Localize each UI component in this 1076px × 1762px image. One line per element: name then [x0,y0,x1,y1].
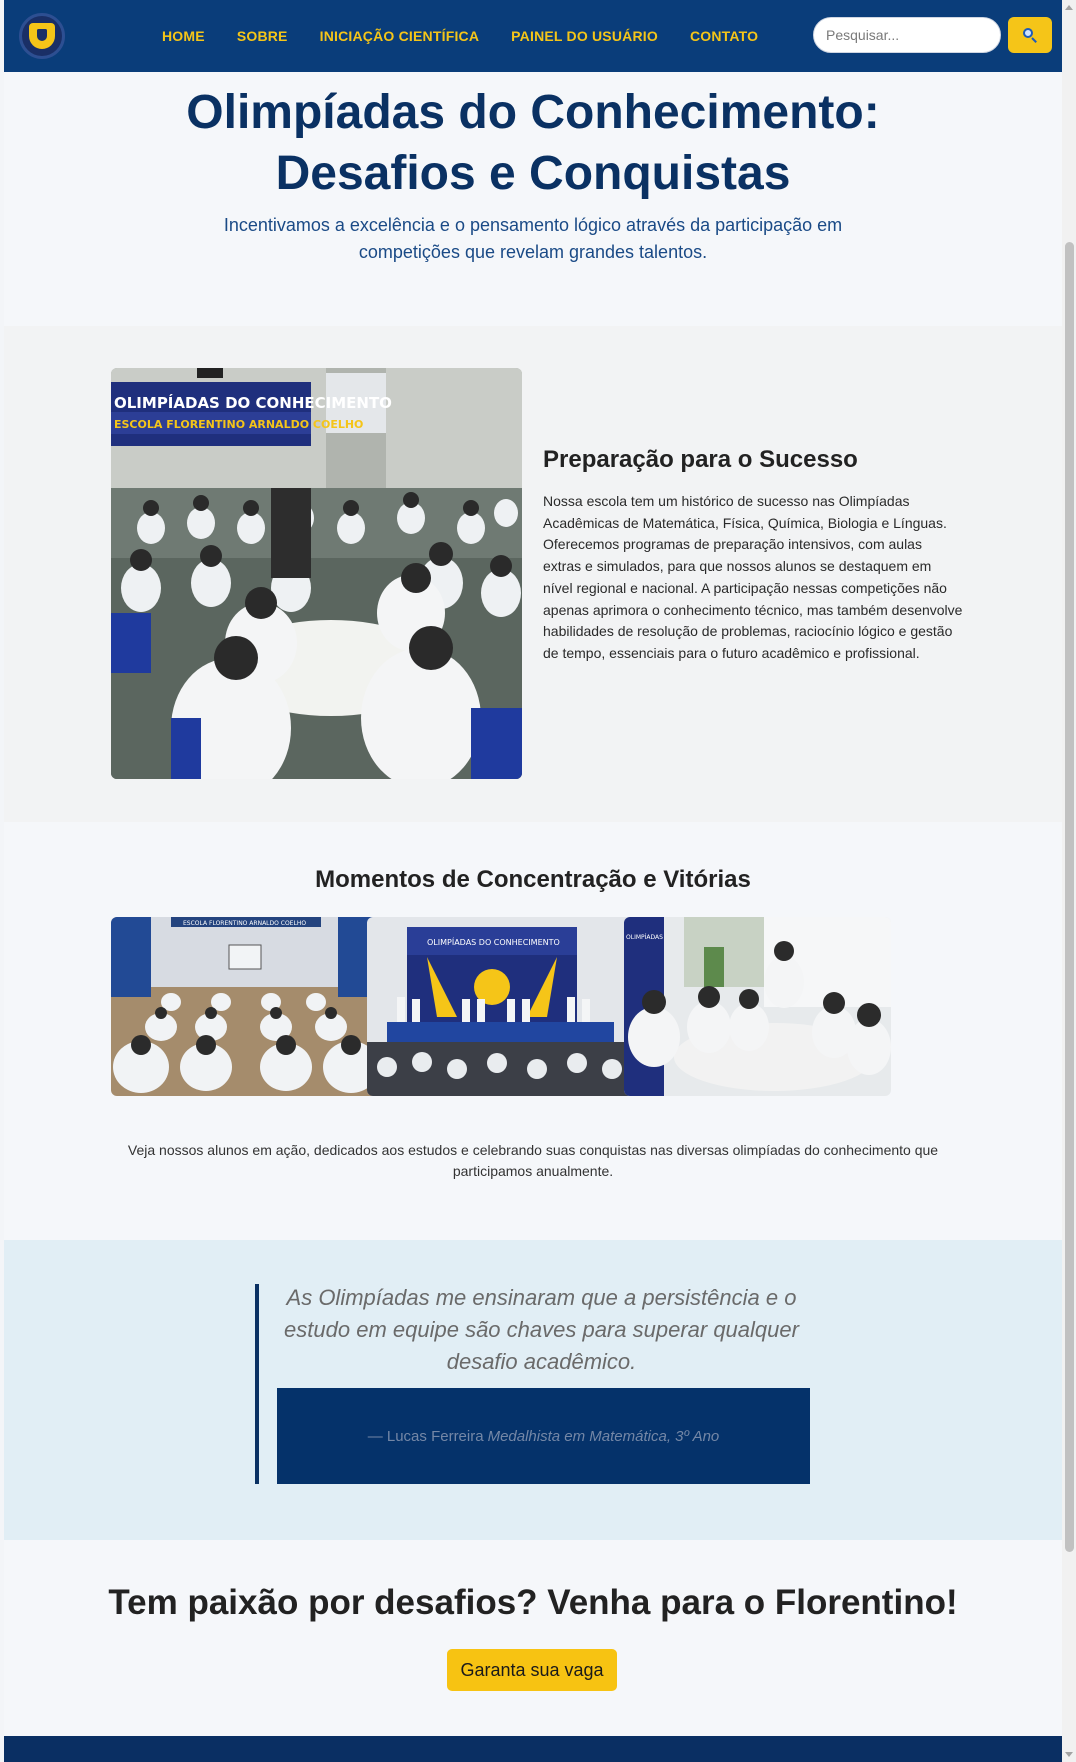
nav-iniciacao-cientifica[interactable]: INICIAÇÃO CIENTÍFICA [320,28,480,44]
olympiad-exam-photo: OLIMPÍADAS DO CONHECIMENTO ESCOLA FLOREN… [111,368,522,779]
gallery-photo-2-caption: OLIMPÍADAS DO CONHECIMENTO [427,936,560,947]
page-title: Olimpíadas do Conhecimento: Desafios e C… [4,82,1062,204]
testimonial-quote: As Olimpíadas me ensinaram que a persist… [284,1285,799,1374]
hero-subtitle: Incentivamos a excelência e o pensamento… [223,215,843,262]
testimonial-author-card: — Lucas Ferreira Medalhista em Matemátic… [277,1388,810,1484]
testimonial-author: — Lucas Ferreira [367,1427,484,1445]
nav-painel-usuario[interactable]: PAINEL DO USUÁRIO [511,28,658,44]
search-button[interactable] [1008,17,1052,53]
testimonial-role: Medalhista em Matemática, 3º Ano [487,1427,720,1445]
testimonial-section: As Olimpíadas me ensinaram que a persist… [4,1240,1062,1540]
gallery-title: Momentos de Concentração e Vitórias [315,866,751,893]
cta-title: Tem paixão por desafios? Venha para o Fl… [108,1583,958,1622]
preparation-text: Nossa escola tem um histórico de sucesso… [543,493,963,661]
gallery-photo-exam-hall[interactable]: ESCOLA FLORENTINO ARNALDO COELHO [111,917,378,1096]
search-icon [1023,28,1037,43]
search-input[interactable] [813,17,1001,53]
gallery-photo-1-caption: ESCOLA FLORENTINO ARNALDO COELHO [183,920,306,927]
enroll-button[interactable]: Garanta sua vaga [447,1649,617,1691]
page-title-line2: Desafios e Conquistas [275,147,791,200]
nav-sobre[interactable]: SOBRE [237,28,288,44]
nav-home[interactable]: HOME [162,28,205,44]
scroll-down-arrow-icon[interactable] [1065,1752,1073,1757]
crest-icon [29,23,55,49]
school-logo[interactable] [19,13,65,59]
gallery-photo-ceremony[interactable]: OLIMPÍADAS DO CONHECIMENTO [367,917,634,1096]
preparation-section: OLIMPÍADAS DO CONHECIMENTO ESCOLA FLOREN… [4,326,1062,822]
banner-line1: OLIMPÍADAS DO CONHECIMENTO [114,393,392,412]
site-footer [4,1736,1062,1762]
gallery-photo-3-caption: OLIMPÍADAS [626,934,663,941]
page-scrollbar[interactable] [1061,0,1076,1762]
scroll-up-arrow-icon[interactable] [1065,5,1073,10]
quote-accent-bar [255,1284,259,1484]
page-title-line1: Olimpíadas do Conhecimento: [186,86,880,139]
site-header: HOME SOBRE INICIAÇÃO CIENTÍFICA PAINEL D… [4,0,1062,72]
nav-contato[interactable]: CONTATO [690,28,758,44]
scrollbar-thumb[interactable] [1065,242,1074,1552]
banner-line2: ESCOLA FLORENTINO ARNALDO COELHO [114,418,363,431]
gallery-photo-study-group[interactable]: OLIMPÍADAS [624,917,891,1096]
preparation-title: Preparação para o Sucesso [543,446,858,473]
page: HOME SOBRE INICIAÇÃO CIENTÍFICA PAINEL D… [4,0,1062,1762]
gallery-description: Veja nossos alunos em ação, dedicados ao… [127,1142,939,1179]
main-nav: HOME SOBRE INICIAÇÃO CIENTÍFICA PAINEL D… [162,0,758,72]
